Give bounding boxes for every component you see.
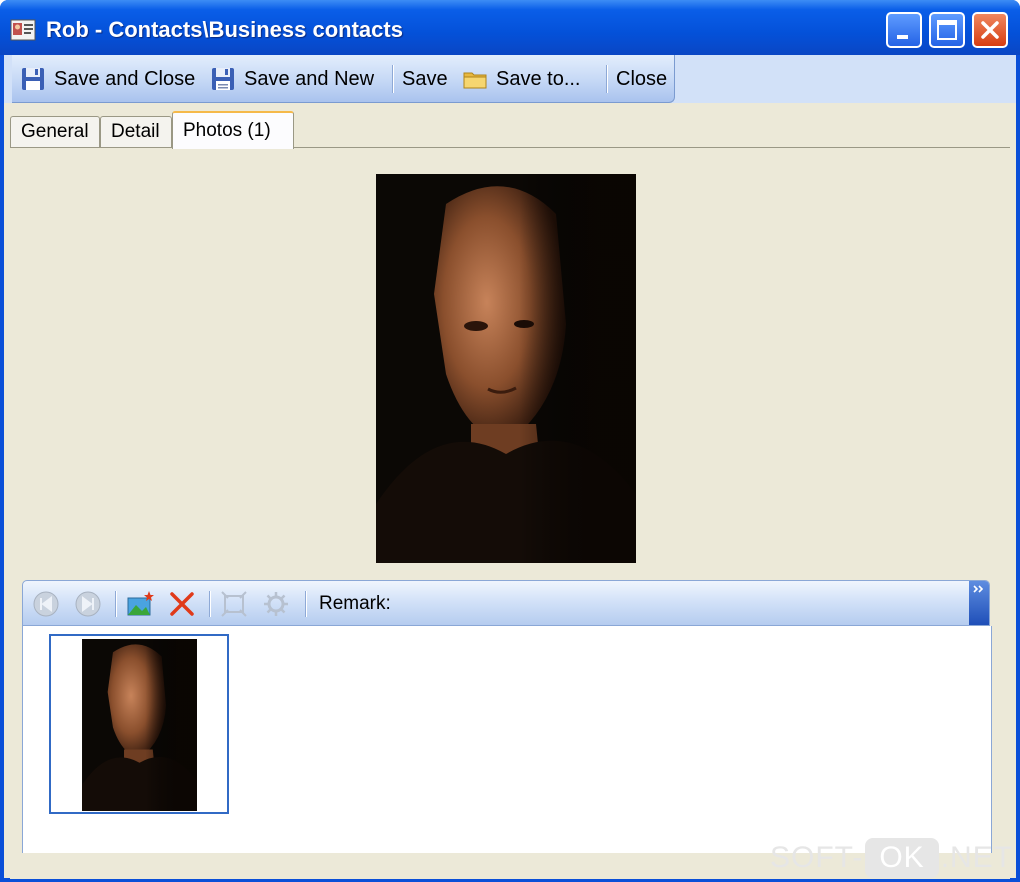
contact-card-icon <box>10 19 36 41</box>
chevron-right-icon <box>973 585 984 593</box>
window-title: Rob - Contacts\Business contacts <box>46 17 403 42</box>
tab-detail-label: Detail <box>111 121 160 142</box>
save-and-new-button[interactable]: Save and New <box>210 65 374 93</box>
main-toolbar: Save and Close Save and New Save Save to… <box>12 55 675 103</box>
toolbar-separator <box>606 65 608 93</box>
add-photo-icon[interactable] <box>125 589 155 619</box>
close-label: Close <box>616 67 668 90</box>
photo-toolbar-separator <box>209 591 211 617</box>
settings-icon[interactable] <box>261 589 291 619</box>
delete-icon[interactable] <box>167 589 197 619</box>
save-and-new-label: Save and New <box>244 67 375 90</box>
tab-photos-label: Photos (1) <box>183 120 271 141</box>
fit-icon[interactable] <box>219 589 249 619</box>
close-icon <box>981 21 999 39</box>
save-button[interactable]: Save <box>402 65 448 93</box>
maximize-icon <box>937 20 957 40</box>
save-and-close-button[interactable]: Save and Close <box>20 65 195 93</box>
photos-panel: Remark: <box>10 147 1010 879</box>
close-window-button[interactable] <box>972 12 1008 48</box>
watermark-left: SOFT- <box>770 841 864 874</box>
tab-detail[interactable]: Detail <box>100 116 172 148</box>
maximize-button[interactable] <box>929 12 965 48</box>
folder-icon <box>463 72 487 89</box>
photo-thumbnail[interactable] <box>49 634 229 814</box>
save-to-label: Save to... <box>496 67 581 90</box>
main-photo[interactable] <box>376 174 636 563</box>
close-button[interactable]: Close <box>616 65 667 93</box>
tab-photos[interactable]: Photos (1) <box>172 111 294 149</box>
minimize-icon <box>897 35 908 39</box>
title-bar[interactable]: Rob - Contacts\Business contacts <box>0 0 1020 55</box>
minimize-button[interactable] <box>886 12 922 48</box>
tab-general[interactable]: General <box>10 116 100 148</box>
toolbar-separator <box>392 65 394 93</box>
watermark-box: OK <box>865 838 939 878</box>
save-and-close-label: Save and Close <box>54 67 196 90</box>
remark-label: Remark: <box>319 593 391 614</box>
photo-toolbar: Remark: <box>22 580 990 626</box>
watermark-right: .NET <box>940 841 1014 874</box>
next-icon[interactable] <box>73 589 103 619</box>
save-label: Save <box>402 67 448 90</box>
save-to-button[interactable]: Save to... <box>462 65 581 93</box>
floppy-disk-icon <box>22 68 44 90</box>
thumbnail-list <box>22 626 992 853</box>
previous-icon[interactable] <box>31 589 61 619</box>
contact-window: Rob - Contacts\Business contacts Save an… <box>0 0 1020 882</box>
watermark: SOFT- OK .NET <box>770 836 1013 880</box>
client-area: Save and Close Save and New Save Save to… <box>4 55 1016 879</box>
photo-toolbar-separator <box>305 591 307 617</box>
toolbar-overflow-button[interactable] <box>969 581 989 625</box>
photo-toolbar-separator <box>115 591 117 617</box>
tab-general-label: General <box>21 121 89 142</box>
thumbnail-image <box>82 639 197 811</box>
floppy-disk-new-icon <box>212 68 234 90</box>
